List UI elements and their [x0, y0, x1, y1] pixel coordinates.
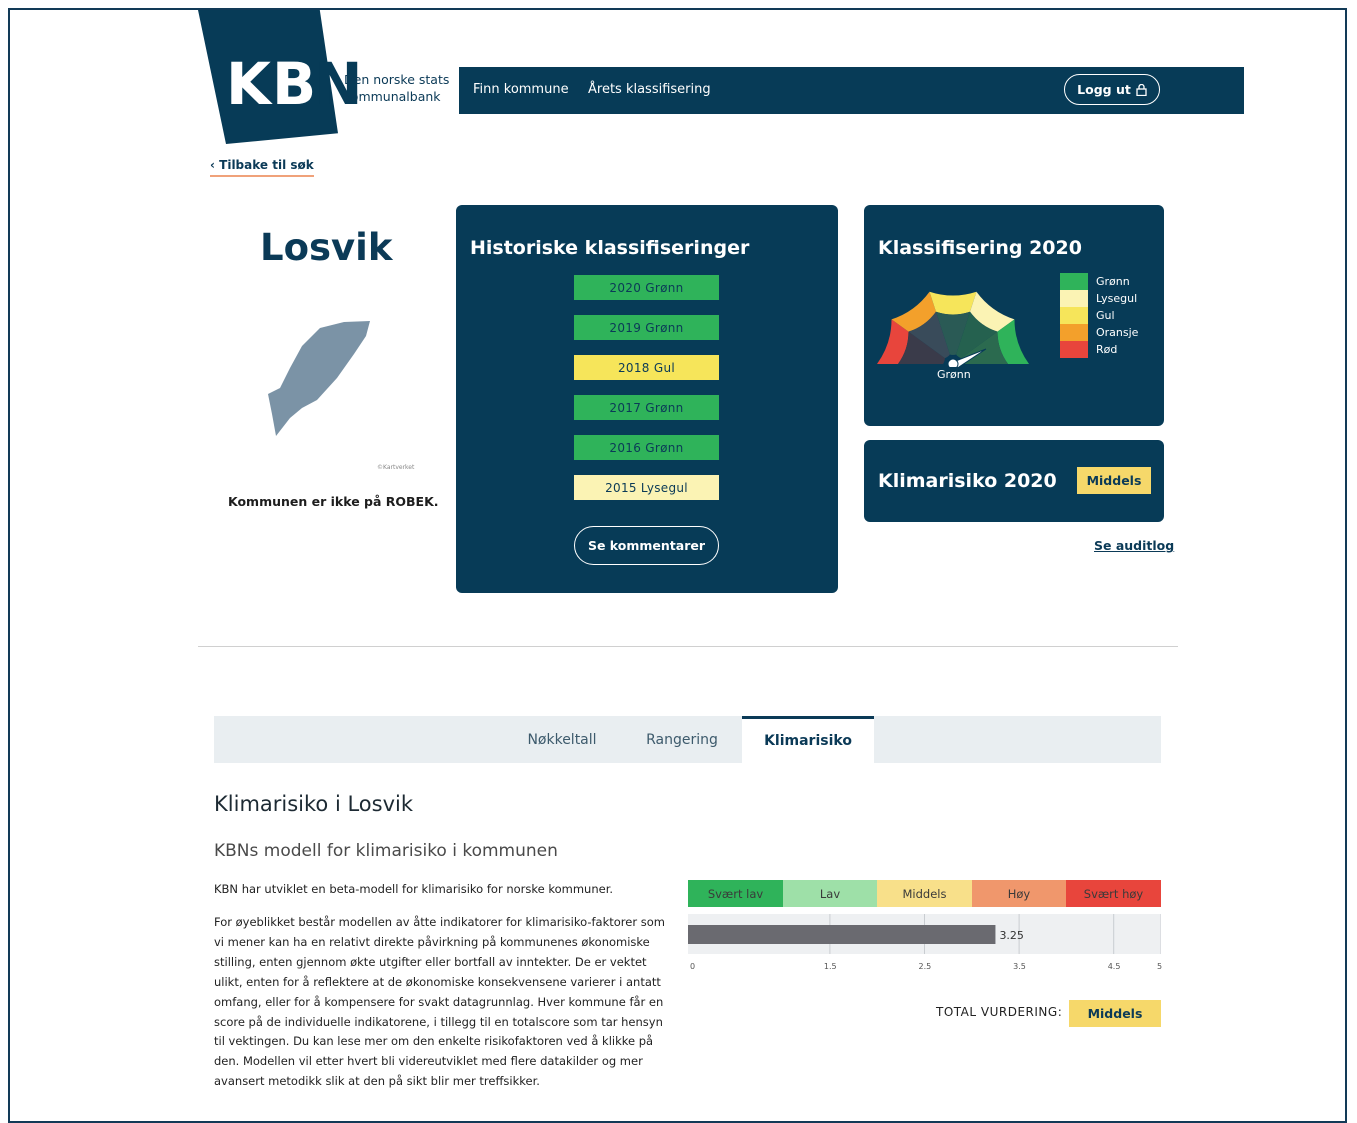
section-intro: KBN har utviklet en beta-modell for klim… [214, 882, 614, 896]
x-tick-label: 3.5 [1013, 962, 1026, 971]
history-panel: Historiske klassifiseringer 2020 Grønn 2… [456, 205, 838, 593]
risk-score-chart: 3.25 [688, 914, 1161, 954]
legend-rod: Rød [1060, 341, 1117, 358]
history-item-2015: 2015 Lysegul [574, 475, 719, 500]
municipality-title: Losvik [260, 226, 393, 269]
tab-klimarisiko[interactable]: Klimarisiko [742, 716, 874, 763]
section-subtitle: KBNs modell for klimarisiko i kommunen [214, 841, 558, 861]
logout-label: Logg ut [1077, 82, 1131, 97]
legend-swatch [1060, 290, 1088, 307]
climate-risk-panel: Klimarisiko 2020 Middels [864, 440, 1164, 522]
gauge-current-label: Grønn [937, 368, 971, 381]
history-item-2019: 2019 Grønn [574, 315, 719, 340]
risk-score-data-label: 3.25 [999, 929, 1024, 942]
history-item-2017: 2017 Grønn [574, 395, 719, 420]
x-tick-label: 1.5 [823, 962, 837, 971]
climate-risk-badge: Middels [1077, 467, 1151, 494]
tab-bar: Nøkkeltall Rangering Klimarisiko [214, 716, 1161, 763]
legend-oransje: Oransje [1060, 324, 1138, 341]
nav-link-arets-klassifisering[interactable]: Årets klassifisering [588, 82, 711, 97]
risk-scale-svaert-lav: Svært lav [688, 880, 783, 907]
x-tick-label: 4.5 [1107, 962, 1121, 971]
audit-log-link[interactable]: Se auditlog [1094, 538, 1174, 553]
total-assessment-label: TOTAL VURDERING: [936, 1005, 1063, 1019]
legend-swatch [1060, 273, 1088, 290]
logo-text: KB [226, 50, 318, 118]
nav-link-finn-kommune[interactable]: Finn kommune [473, 82, 569, 97]
risk-scale-hoy: Høy [972, 880, 1066, 907]
history-item-2020: 2020 Grønn [574, 275, 719, 300]
risk-scale-lav: Lav [783, 880, 877, 907]
classification-title: Klassifisering 2020 [878, 237, 1082, 259]
top-navbar: Finn kommune Årets klassifisering Logg u… [459, 67, 1244, 114]
history-title: Historiske klassifiseringer [470, 237, 750, 259]
tab-nokkeltall[interactable]: Nøkkeltall [514, 716, 610, 763]
risk-scale-svaert-hoy: Svært høy [1066, 880, 1161, 907]
total-assessment-badge: Middels [1069, 1000, 1161, 1027]
section-body: For øyeblikket består modellen av åtte i… [214, 915, 665, 1089]
lock-icon [1136, 83, 1147, 96]
section-title: Klimarisiko i Losvik [214, 792, 413, 816]
climate-risk-title: Klimarisiko 2020 [878, 470, 1057, 492]
risk-score-bar [688, 925, 996, 944]
risk-scale-middels: Middels [877, 880, 972, 907]
logout-button[interactable]: Logg ut [1064, 74, 1160, 105]
robek-status: Kommunen er ikke på ROBEK. [228, 494, 439, 509]
x-tick-label: 5 [1157, 962, 1163, 971]
map-credit: ©Kartverket [377, 464, 415, 471]
legend-swatch [1060, 307, 1088, 324]
see-comments-button[interactable]: Se kommentarer [574, 526, 719, 565]
classification-gauge [877, 291, 1029, 367]
gauge-segment [929, 291, 977, 315]
chevron-left-icon: ‹ [210, 158, 215, 172]
municipality-map [268, 321, 370, 436]
legend-swatch [1060, 341, 1088, 358]
classification-panel: Klassifisering 2020 Grønn Grønn Lysegul … [864, 205, 1164, 426]
back-to-search-link[interactable]: ‹ Tilbake til søk [210, 158, 314, 177]
legend-gul: Gul [1060, 307, 1115, 324]
x-tick-label: 2.5 [918, 962, 932, 971]
tab-rangering[interactable]: Rangering [634, 716, 730, 763]
legend-swatch [1060, 324, 1088, 341]
history-item-2016: 2016 Grønn [574, 435, 719, 460]
legend-gronn: Grønn [1060, 273, 1130, 290]
x-tick-label: 0 [690, 962, 696, 971]
section-divider [198, 646, 1178, 647]
logo-subtitle: Den norske stats kommunalbank [344, 72, 450, 104]
history-item-2018: 2018 Gul [574, 355, 719, 380]
legend-lysegul: Lysegul [1060, 290, 1137, 307]
